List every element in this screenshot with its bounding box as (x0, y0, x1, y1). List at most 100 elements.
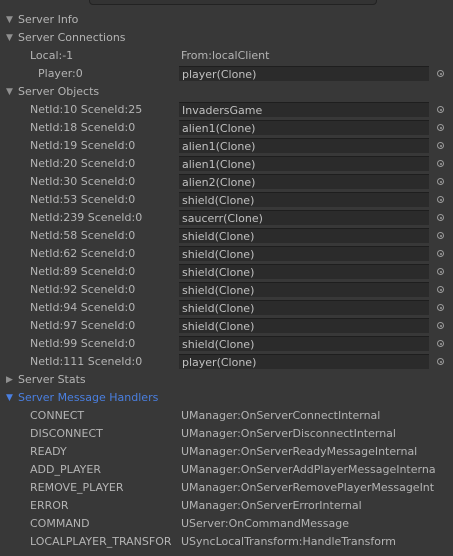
foldout-server-info[interactable]: ▼ Server Info (0, 11, 453, 29)
handler-row: LOCALPLAYER_TRANSFOR USyncLocalTransform:… (0, 533, 453, 551)
object-row: NetId:239 SceneId:0 saucerr(Clone) (0, 209, 453, 227)
object-picker-icon[interactable] (437, 304, 444, 311)
object-field[interactable]: shield(Clone) (179, 228, 429, 243)
object-field[interactable]: shield(Clone) (179, 264, 429, 279)
object-id: NetId:62 SceneId:0 (30, 247, 136, 260)
object-row: NetId:58 SceneId:0 shield(Clone) (0, 227, 453, 245)
object-picker-icon[interactable] (437, 340, 444, 347)
player-object-field[interactable]: player(Clone) (179, 66, 429, 81)
object-picker-icon[interactable] (437, 142, 444, 149)
object-row: NetId:89 SceneId:0 shield(Clone) (0, 263, 453, 281)
message-type: ERROR (30, 499, 69, 512)
object-id: NetId:239 SceneId:0 (30, 211, 143, 224)
object-picker-icon[interactable] (437, 322, 444, 329)
object-picker-icon[interactable] (437, 268, 444, 275)
message-type: REMOVE_PLAYER (30, 481, 124, 494)
object-picker-icon[interactable] (437, 124, 444, 131)
object-id: NetId:58 SceneId:0 (30, 229, 136, 242)
object-field[interactable]: shield(Clone) (179, 246, 429, 261)
object-id: NetId:99 SceneId:0 (30, 337, 136, 350)
object-id: NetId:53 SceneId:0 (30, 193, 136, 206)
object-row: NetId:94 SceneId:0 shield(Clone) (0, 299, 453, 317)
object-id: NetId:30 SceneId:0 (30, 175, 136, 188)
object-row: NetId:99 SceneId:0 shield(Clone) (0, 335, 453, 353)
message-type: COMMAND (30, 517, 90, 530)
handler-row: ADD_PLAYER UManager:OnServerAddPlayerMess… (0, 461, 453, 479)
player-label: Player:0 (38, 67, 83, 80)
handler-name: UManager:OnServerReadyMessageInternal (181, 443, 453, 461)
message-type: CONNECT (30, 409, 85, 422)
object-picker-icon[interactable] (437, 196, 444, 203)
object-row: NetId:20 SceneId:0 alien1(Clone) (0, 155, 453, 173)
connection-from: From:localClient (181, 49, 270, 62)
handler-name: USyncLocalTransform:HandleTransform (181, 533, 453, 551)
object-id: NetId:97 SceneId:0 (30, 319, 136, 332)
object-field[interactable]: saucerr(Clone) (179, 210, 429, 225)
object-row: NetId:30 SceneId:0 alien2(Clone) (0, 173, 453, 191)
object-picker-icon[interactable] (437, 214, 444, 221)
object-picker-icon[interactable] (437, 250, 444, 257)
handler-row: ERROR UManager:OnServerErrorInternal (0, 497, 453, 515)
object-field[interactable]: shield(Clone) (179, 336, 429, 351)
object-field[interactable]: alien1(Clone) (179, 138, 429, 153)
foldout-server-connections[interactable]: ▼ Server Connections (0, 29, 453, 47)
top-panel-edge (89, 0, 377, 5)
object-id: NetId:20 SceneId:0 (30, 157, 136, 170)
handler-name: UManager:OnServerRemovePlayerMessageInt (181, 479, 453, 497)
connection-row: Local:-1 From:localClient (0, 47, 453, 65)
handler-row: REMOVE_PLAYER UManager:OnServerRemovePlay… (0, 479, 453, 497)
object-picker-icon[interactable] (437, 106, 444, 113)
object-id: NetId:94 SceneId:0 (30, 301, 136, 314)
handler-name: UManager:OnServerConnectInternal (181, 407, 453, 425)
object-row: NetId:10 SceneId:25 InvadersGame (0, 101, 453, 119)
object-row: NetId:19 SceneId:0 alien1(Clone) (0, 137, 453, 155)
object-picker-icon[interactable] (437, 160, 444, 167)
object-row: NetId:18 SceneId:0 alien1(Clone) (0, 119, 453, 137)
object-row: NetId:53 SceneId:0 shield(Clone) (0, 191, 453, 209)
section-title: Server Connections (18, 31, 126, 44)
object-field[interactable]: InvadersGame (179, 102, 429, 117)
object-picker-icon[interactable] (437, 70, 444, 77)
message-type: LOCALPLAYER_TRANSFOR (30, 535, 172, 548)
section-title: Server Message Handlers (18, 391, 159, 404)
object-id: NetId:111 SceneId:0 (30, 355, 143, 368)
handler-row: READY UManager:OnServerReadyMessageIntern… (0, 443, 453, 461)
player-row: Player:0 player(Clone) (0, 65, 453, 83)
handler-name: UManager:OnServerErrorInternal (181, 497, 453, 515)
section-title: Server Stats (18, 373, 86, 386)
object-picker-icon[interactable] (437, 358, 444, 365)
triangle-down-icon: ▼ (6, 87, 13, 97)
handler-row: DISCONNECT UManager:OnServerDisconnectInt… (0, 425, 453, 443)
message-type: ADD_PLAYER (30, 463, 101, 476)
object-field[interactable]: alien2(Clone) (179, 174, 429, 189)
object-field[interactable]: alien1(Clone) (179, 156, 429, 171)
object-row: NetId:111 SceneId:0 player(Clone) (0, 353, 453, 371)
object-picker-icon[interactable] (437, 286, 444, 293)
object-row: NetId:92 SceneId:0 shield(Clone) (0, 281, 453, 299)
object-id: NetId:92 SceneId:0 (30, 283, 136, 296)
handler-name: UServer:OnCommandMessage (181, 515, 453, 533)
object-id: NetId:10 SceneId:25 (30, 103, 143, 116)
foldout-server-stats[interactable]: ▶ Server Stats (0, 371, 453, 389)
object-field[interactable]: alien1(Clone) (179, 120, 429, 135)
section-title: Server Objects (18, 85, 100, 98)
object-field[interactable]: shield(Clone) (179, 192, 429, 207)
handler-name: UManager:OnServerDisconnectInternal (181, 425, 453, 443)
object-field[interactable]: shield(Clone) (179, 300, 429, 315)
object-id: NetId:19 SceneId:0 (30, 139, 136, 152)
connection-local: Local:-1 (30, 49, 74, 62)
object-field[interactable]: shield(Clone) (179, 282, 429, 297)
object-row: NetId:97 SceneId:0 shield(Clone) (0, 317, 453, 335)
object-picker-icon[interactable] (437, 178, 444, 185)
object-field[interactable]: player(Clone) (179, 354, 429, 369)
object-picker-icon[interactable] (437, 232, 444, 239)
handler-row: CONNECT UManager:OnServerConnectInternal (0, 407, 453, 425)
message-type: READY (30, 445, 67, 458)
handler-name: UManager:OnServerAddPlayerMessageInterna (181, 461, 453, 479)
section-title: Server Info (18, 13, 79, 26)
foldout-server-objects[interactable]: ▼ Server Objects (0, 83, 453, 101)
foldout-server-message-handlers[interactable]: ▼ Server Message Handlers (0, 389, 453, 407)
object-field[interactable]: shield(Clone) (179, 318, 429, 333)
triangle-down-icon: ▼ (6, 393, 13, 403)
triangle-right-icon: ▶ (6, 375, 13, 385)
